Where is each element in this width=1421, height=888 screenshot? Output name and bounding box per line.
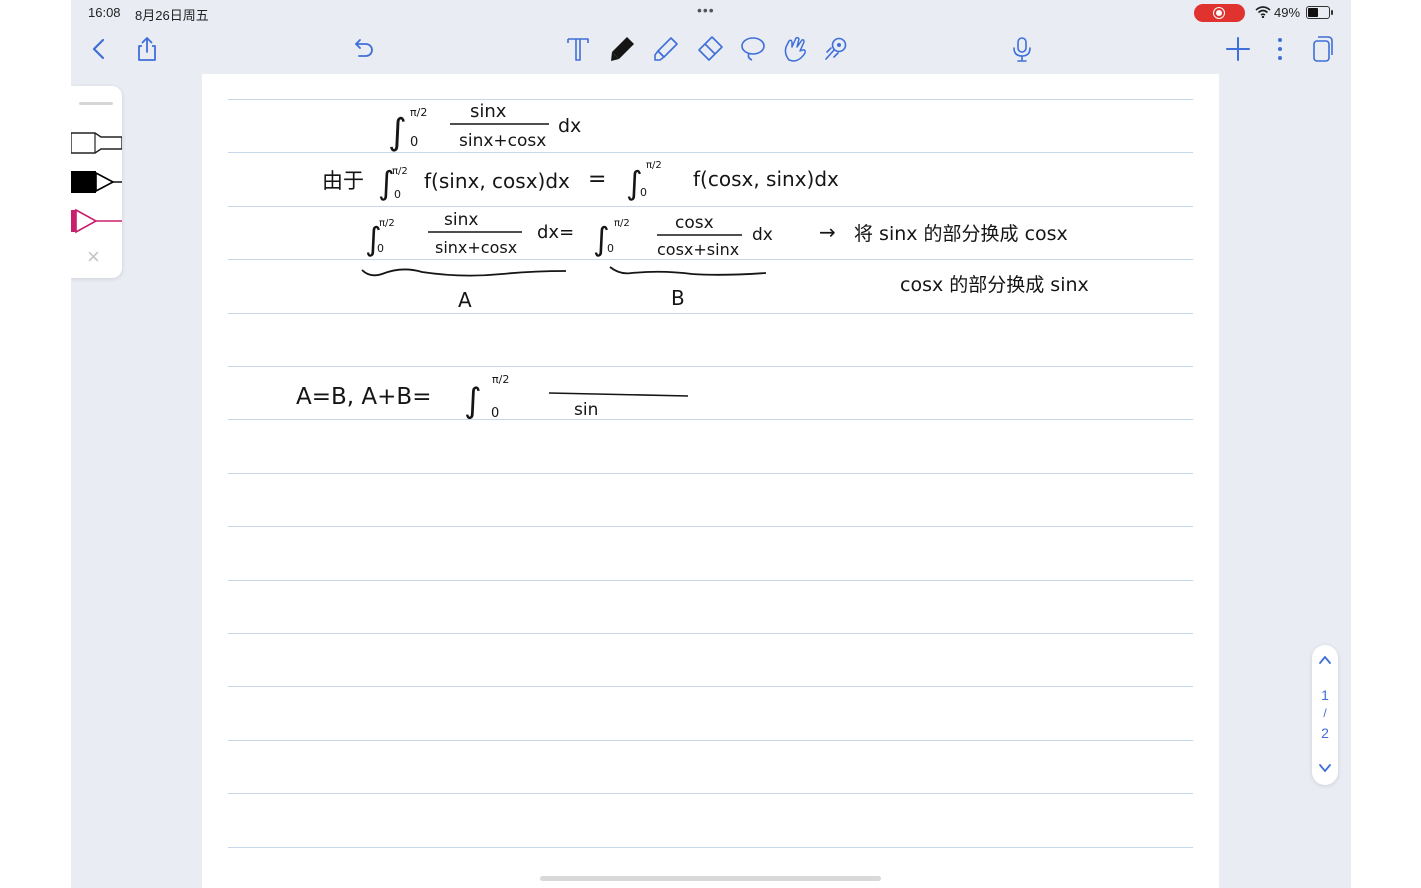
handwriting-line-1: ∫ π/2 0 sinx sinx+cosx dx (388, 101, 581, 153)
equals-sign: = (588, 167, 606, 192)
page-down-icon[interactable] (1318, 761, 1332, 775)
pages-button[interactable] (1307, 34, 1337, 64)
underbrace-b (609, 266, 767, 276)
equation-text: A=B, A+B= (296, 384, 431, 410)
page-navigator: 1 / 2 (1312, 645, 1338, 785)
pen-tool-button[interactable] (607, 34, 637, 64)
screen-recording-indicator[interactable] (1194, 4, 1245, 22)
laser-pointer-button[interactable] (822, 34, 852, 64)
back-icon (92, 38, 105, 60)
laser-pointer-icon (825, 37, 847, 60)
integral-lower-limit: 0 (607, 242, 614, 255)
prefix-text: 由于 (322, 169, 364, 193)
pen-magenta-icon (71, 208, 122, 234)
note-line-1: 将 sinx 的部分换成 cosx (854, 223, 1068, 245)
pen-outline[interactable] (71, 130, 122, 156)
right-differential: dx (752, 225, 773, 245)
highlighter-tool-icon (654, 37, 678, 61)
current-page-number: 1 (1321, 687, 1329, 703)
handwriting-line-5: A=B, A+B= ∫ π/2 0 sin (296, 373, 689, 421)
handwriting-line-3: ∫ π/2 0 sinx sinx+cosx dx= ∫ π/2 0 cosx … (361, 210, 1089, 312)
underbrace-a (361, 268, 567, 277)
home-indicator[interactable] (540, 876, 881, 881)
fraction-bar (548, 392, 689, 397)
lasso-tool-button[interactable] (738, 34, 768, 64)
toolbar (71, 24, 1351, 74)
integral-upper-limit: π/2 (492, 373, 509, 386)
add-icon (1226, 37, 1250, 61)
label-b: B (671, 286, 685, 310)
fraction-numerator: sinx (470, 101, 507, 122)
undo-button[interactable] (348, 34, 378, 64)
status-bar: 16:08 8月26日周五 ••• 49% (71, 0, 1351, 24)
eraser-tool-button[interactable] (695, 34, 725, 64)
page-up-icon[interactable] (1318, 653, 1332, 667)
right-integrand: f(cosx, sinx)dx (693, 167, 839, 191)
wifi-icon (1255, 6, 1271, 18)
highlighter-tool-button[interactable] (651, 34, 681, 64)
fraction-denominator: sinx+cosx (459, 131, 546, 151)
lasso-tool-icon (741, 37, 765, 61)
shapes-tool-icon (784, 36, 806, 62)
integral-sign: ∫ (464, 381, 482, 421)
integral-upper-limit: π/2 (410, 106, 427, 119)
right-numerator: cosx (675, 213, 714, 233)
microphone-icon (1013, 37, 1031, 62)
palette-drag-handle[interactable] (79, 102, 113, 105)
note-arrow: → (819, 220, 836, 244)
multitasking-dots-icon[interactable]: ••• (697, 2, 715, 18)
label-a: A (458, 288, 472, 312)
integral-upper-limit: π/2 (392, 166, 408, 177)
text-tool-icon (567, 38, 589, 61)
page-separator: / (1323, 706, 1327, 720)
left-integrand: f(sinx, cosx)dx (424, 169, 570, 193)
microphone-button[interactable] (1007, 34, 1037, 64)
notebook-page[interactable]: ∫ π/2 0 sinx sinx+cosx dx 由于 ∫ π/2 0 f(s… (202, 74, 1219, 888)
integral-upper-limit: π/2 (379, 218, 395, 229)
integral-sign: ∫ (388, 112, 407, 153)
pen-outline-icon (71, 132, 122, 154)
battery-icon (1306, 6, 1333, 19)
shapes-tool-button[interactable] (780, 34, 810, 64)
text-tool-button[interactable] (563, 34, 593, 64)
pen-tool-icon (611, 37, 634, 61)
middle-text: dx= (537, 222, 574, 243)
undo-icon (355, 39, 373, 57)
pen-black[interactable] (71, 169, 122, 195)
left-numerator: sinx (444, 210, 478, 230)
integral-lower-limit: 0 (491, 406, 499, 421)
integral-lower-limit: 0 (410, 135, 418, 150)
close-palette-icon[interactable]: × (87, 246, 100, 268)
integral-lower-limit: 0 (377, 242, 384, 255)
more-icon (1278, 38, 1282, 60)
status-date: 8月26日周五 (135, 8, 209, 23)
share-button[interactable] (132, 34, 162, 64)
add-button[interactable] (1223, 34, 1253, 64)
back-button[interactable] (84, 34, 114, 64)
integral-lower-limit: 0 (640, 186, 647, 199)
more-button[interactable] (1265, 34, 1295, 64)
total-pages: 2 (1321, 725, 1329, 741)
integral-lower-limit: 0 (394, 188, 401, 201)
handwriting-line-2: 由于 ∫ π/2 0 f(sinx, cosx)dx = ∫ π/2 0 f(c… (322, 160, 839, 202)
ipad-screen: 16:08 8月26日周五 ••• 49% ∫ π/2 0 sinx sinx+… (71, 0, 1351, 888)
share-icon (138, 37, 156, 61)
partial-denominator: sin (574, 400, 598, 420)
integral-upper-limit: π/2 (614, 218, 630, 229)
note-line-2: cosx 的部分换成 sinx (900, 274, 1089, 296)
battery-percent: 49% (1274, 5, 1301, 20)
status-time: 16:08 (88, 5, 121, 20)
eraser-tool-icon (698, 36, 723, 61)
battery-fill (1308, 8, 1318, 17)
pen-black-icon (71, 171, 122, 193)
record-icon (1213, 7, 1225, 19)
pen-palette: × (71, 86, 122, 278)
pen-magenta[interactable] (71, 208, 122, 234)
pages-icon (1313, 36, 1333, 62)
handwritten-notes: ∫ π/2 0 sinx sinx+cosx dx 由于 ∫ π/2 0 f(s… (296, 101, 1089, 421)
integral-upper-limit: π/2 (646, 160, 662, 171)
differential: dx (558, 115, 581, 137)
right-denominator: cosx+sinx (657, 240, 739, 259)
left-denominator: sinx+cosx (435, 238, 517, 257)
